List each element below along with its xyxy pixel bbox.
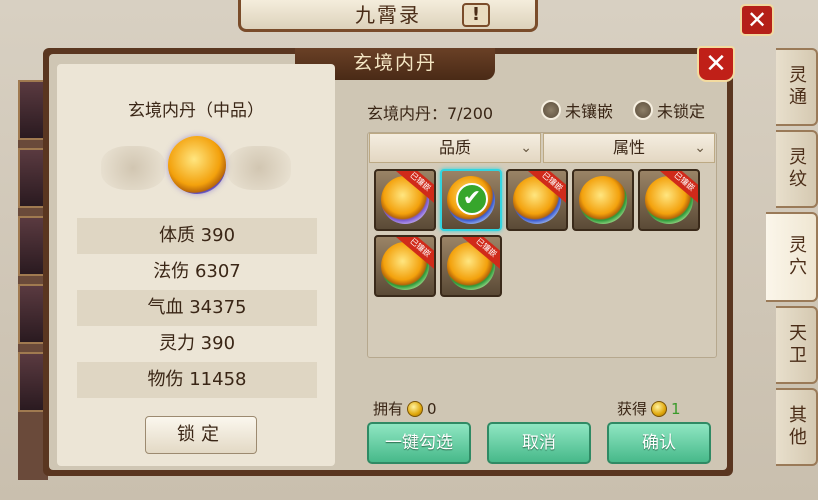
select-all-button[interactable]: 一键勾选: [367, 422, 471, 464]
stat-row: 气血 34375: [77, 290, 317, 326]
chevron-down-icon: ⌄: [694, 140, 706, 156]
elixir-slot[interactable]: ✔: [440, 169, 502, 231]
owned-count: 拥有 0: [373, 398, 437, 419]
background-close-button[interactable]: ✕: [740, 4, 774, 36]
item-name: 玄境内丹（中品）: [128, 101, 264, 121]
chevron-down-icon: ⌄: [520, 140, 532, 156]
owned-value: 0: [427, 399, 437, 418]
tab-lingxue[interactable]: 灵穴: [766, 212, 818, 302]
inner-elixir-dialog: 玄境内丹 ✕ 玄境内丹（中品） 体质 390 法伤 6307 气血 34375 …: [43, 46, 735, 476]
stat-row: 灵力 390: [158, 333, 236, 354]
stat-row: 体质 390: [77, 218, 317, 254]
tab-lingwen[interactable]: 灵纹: [776, 130, 818, 208]
filter-unembedded-label: 未镶嵌: [565, 102, 614, 121]
dragon-ornament-icon: [227, 146, 291, 190]
cancel-button[interactable]: 取消: [487, 422, 591, 464]
sort-attribute-dropdown[interactable]: 属性 ⌄: [543, 133, 715, 163]
radio-icon: [633, 100, 653, 120]
elixir-slot[interactable]: 已镶嵌: [374, 235, 436, 297]
sort-quality-label: 品质: [438, 138, 471, 157]
stat-row: 物伤 11458: [77, 362, 317, 398]
checkmark-icon: ✔: [456, 183, 488, 215]
elixir-grid: 品质 ⌄ 属性 ⌄ 已镶嵌 ✔ 已镶嵌 已镶嵌 已镶嵌 已镶嵌: [367, 132, 717, 358]
background-title-bar: 九霄录: [238, 0, 538, 32]
gained-value: 1: [671, 399, 681, 418]
filter-unlocked-label: 未锁定: [657, 102, 706, 121]
filter-unembedded[interactable]: 未镶嵌: [541, 98, 613, 122]
filter-unlocked[interactable]: 未锁定: [633, 98, 705, 122]
side-tabs: 灵通 灵纹 灵穴 天卫 其他: [766, 48, 818, 470]
elixir-slot[interactable]: 已镶嵌: [440, 235, 502, 297]
tab-tianwei[interactable]: 天卫: [776, 306, 818, 384]
confirm-button[interactable]: 确认: [607, 422, 711, 464]
elixir-slot[interactable]: 已镶嵌: [638, 169, 700, 231]
elixir-slot[interactable]: 已镶嵌: [506, 169, 568, 231]
dragon-ornament-icon: [101, 146, 165, 190]
sort-quality-dropdown[interactable]: 品质 ⌄: [369, 133, 541, 163]
slot-area: 已镶嵌 ✔ 已镶嵌 已镶嵌 已镶嵌 已镶嵌: [368, 163, 716, 297]
radio-icon: [541, 100, 561, 120]
tab-lingtong[interactable]: 灵通: [776, 48, 818, 126]
dialog-body: 玄境内丹 ✕ 玄境内丹（中品） 体质 390 法伤 6307 气血 34375 …: [49, 46, 735, 470]
gained-label: 获得: [617, 400, 648, 418]
coin-icon: [407, 400, 424, 417]
stat-row: 法伤 6307: [153, 261, 241, 282]
elixir-orb-icon: [168, 136, 226, 194]
owned-label: 拥有: [373, 400, 404, 418]
tab-other[interactable]: 其他: [776, 388, 818, 466]
sort-bar: 品质 ⌄ 属性 ⌄: [368, 133, 716, 163]
help-button[interactable]: !: [462, 3, 490, 27]
sort-attribute-label: 属性: [612, 138, 645, 157]
elixir-slot[interactable]: 已镶嵌: [374, 169, 436, 231]
lock-button[interactable]: 锁定: [145, 416, 257, 454]
background-title: 九霄录: [355, 3, 421, 27]
elixir-slot[interactable]: [572, 169, 634, 231]
gained-count: 获得 1: [617, 398, 681, 419]
item-emblem: [101, 136, 291, 206]
elixir-orb-icon: [579, 176, 627, 224]
elixir-count: 玄境内丹：7/200: [367, 104, 494, 123]
elixir-selection-panel: 玄境内丹：7/200 未镶嵌 未锁定 品质 ⌄ 属性 ⌄ 已镶嵌 ✔ 已镶嵌 已…: [345, 64, 717, 466]
stat-list: 体质 390 法伤 6307 气血 34375 灵力 390 物伤 11458: [77, 218, 317, 398]
coin-icon: [651, 400, 668, 417]
item-detail-panel: 玄境内丹（中品） 体质 390 法伤 6307 气血 34375 灵力 390 …: [57, 64, 335, 466]
